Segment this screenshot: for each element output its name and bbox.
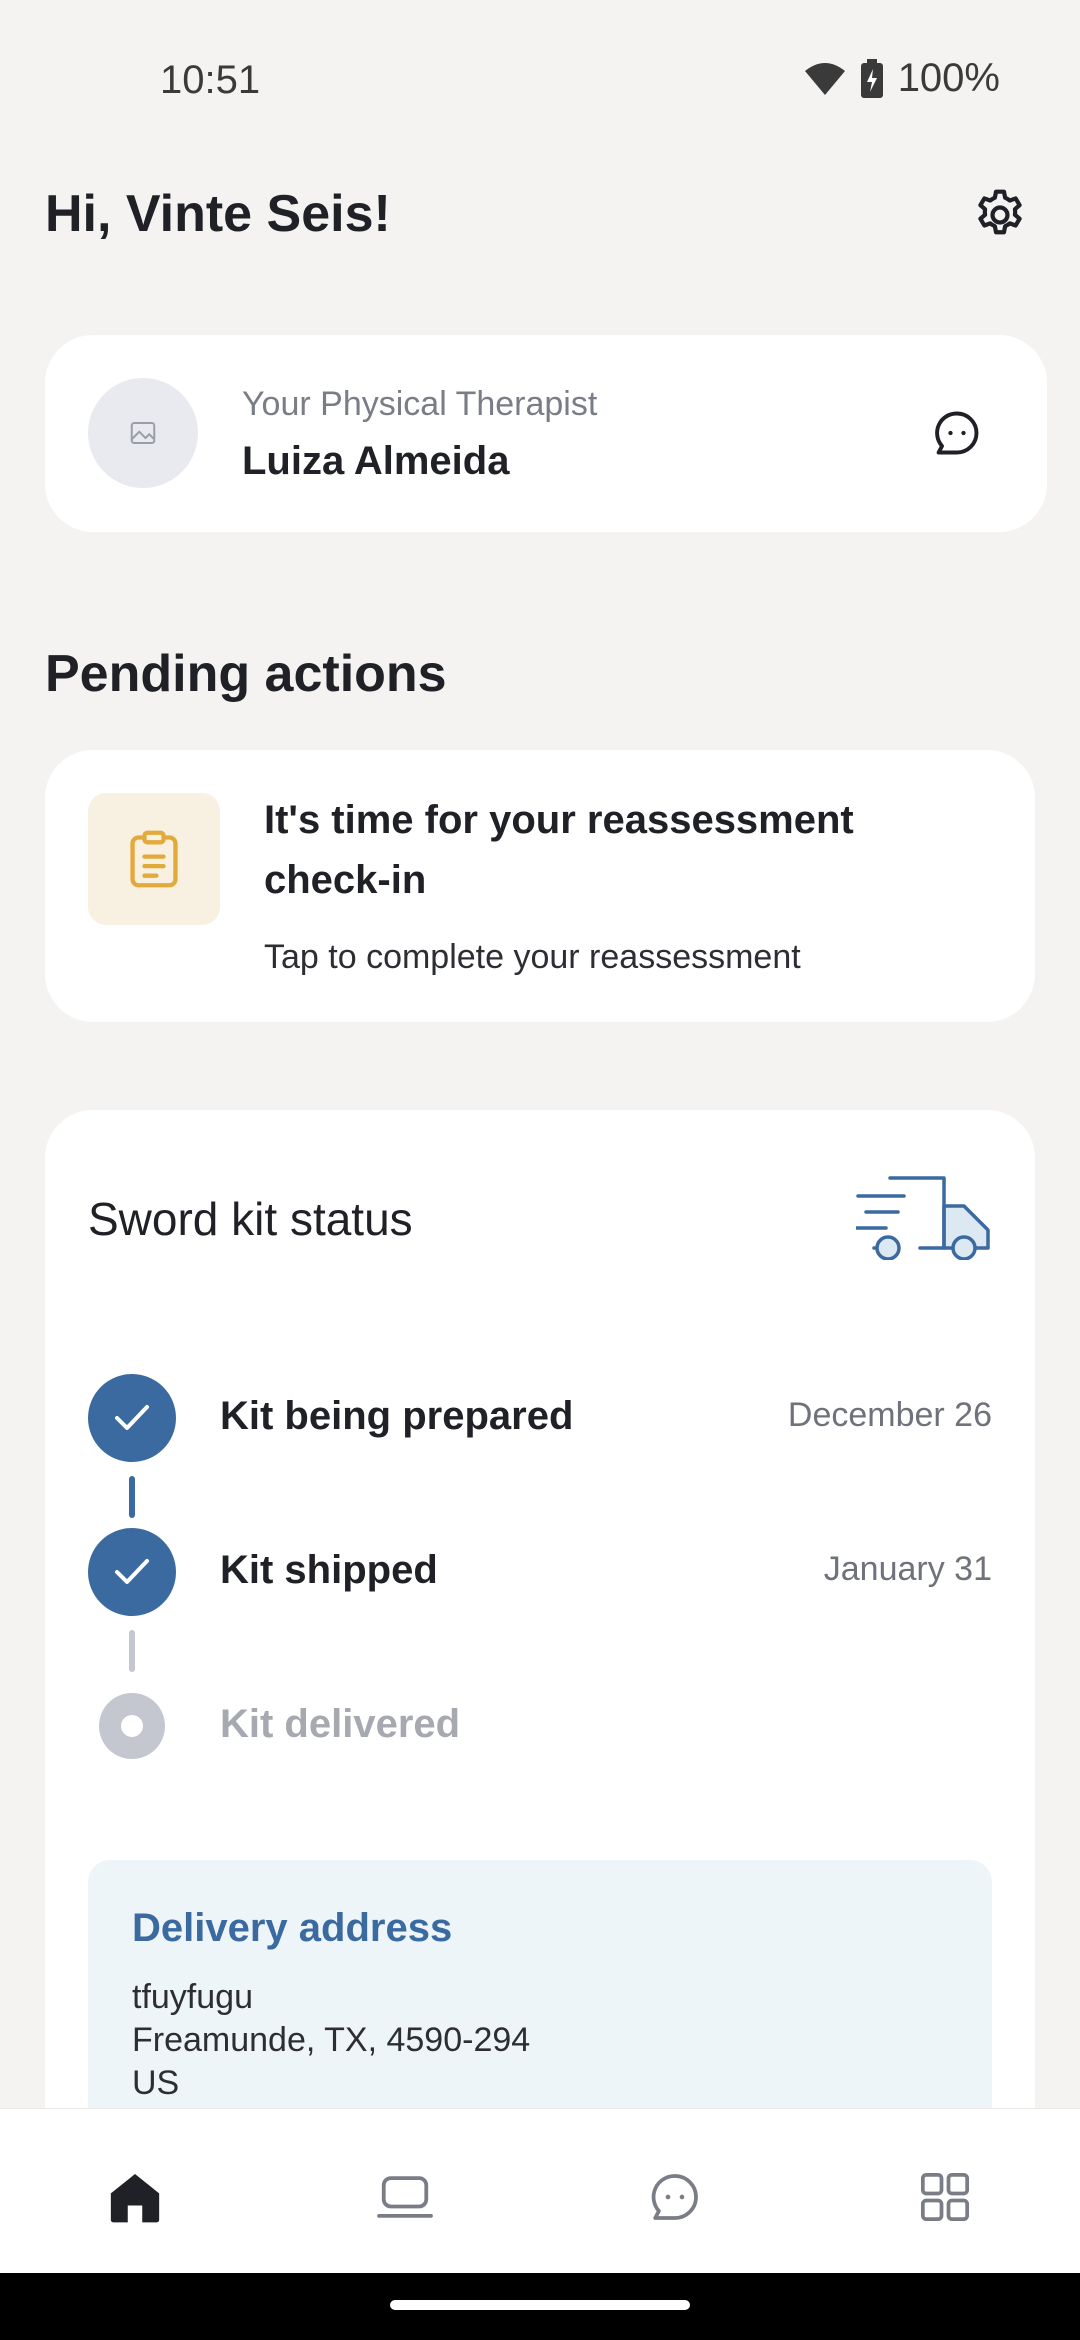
chat-icon: [651, 2174, 698, 2220]
laptop-icon: [377, 2176, 433, 2218]
delivery-truck-icon: [856, 1176, 990, 1260]
action-icon-box: [88, 793, 220, 925]
step-connector-done: [129, 1476, 135, 1518]
step-check-icon: [88, 1528, 176, 1616]
nav-more[interactable]: [905, 2157, 985, 2237]
pending-actions-title: Pending actions: [45, 645, 447, 703]
therapist-role: Your Physical Therapist: [242, 385, 598, 423]
kit-step-delivered: Kit delivered: [88, 1682, 992, 1772]
kit-status-title: Sword kit status: [88, 1193, 413, 1245]
reassessment-card[interactable]: It's time for your reassessment check-in…: [45, 750, 1035, 1022]
address-line: tfuyfugu: [132, 1978, 253, 2016]
step-connector-pending: [129, 1630, 135, 1672]
kit-step-shipped: Kit shipped January 31: [88, 1528, 992, 1618]
kit-step-prepared: Kit being prepared December 26: [88, 1374, 992, 1464]
battery-percent: 100%: [897, 56, 1000, 100]
wifi-icon: [804, 62, 845, 95]
step-date: January 31: [823, 1550, 992, 1588]
step-date: December 26: [787, 1396, 992, 1434]
step-label: Kit shipped: [220, 1548, 438, 1592]
address-line: Freamunde, TX, 4590-294: [132, 2021, 531, 2059]
reassessment-subtitle: Tap to complete your reassessment: [264, 938, 801, 976]
status-icons: 100%: [804, 56, 1000, 101]
gear-icon: [978, 189, 1022, 235]
therapist-card[interactable]: Your Physical Therapist Luiza Almeida: [45, 335, 1047, 532]
status-time: 10:51: [160, 58, 261, 102]
step-label: Kit delivered: [220, 1702, 461, 1746]
home-gesture-handle[interactable]: [390, 2300, 690, 2310]
status-bar: 10:51 100%: [0, 0, 1080, 160]
grid-icon: [920, 2172, 970, 2222]
step-label: Kit being prepared: [220, 1394, 574, 1438]
avatar: [88, 378, 198, 488]
clipboard-icon: [130, 830, 178, 888]
image-placeholder-icon: [130, 422, 156, 444]
chat-therapist-button[interactable]: [927, 403, 987, 463]
greeting-title: Hi, Vinte Seis!: [45, 185, 391, 243]
therapist-name: Luiza Almeida: [242, 439, 510, 483]
step-check-icon: [88, 1374, 176, 1462]
chat-bubble-icon: [935, 411, 979, 455]
nav-sessions[interactable]: [365, 2157, 445, 2237]
nav-home[interactable]: [95, 2157, 175, 2237]
step-pending-icon: [88, 1682, 176, 1770]
nav-chat[interactable]: [635, 2157, 715, 2237]
header: Hi, Vinte Seis!: [45, 180, 1035, 250]
settings-button[interactable]: [965, 180, 1035, 250]
reassessment-title: It's time for your reassessment check-in: [264, 798, 854, 902]
battery-icon: [860, 58, 883, 98]
home-icon: [110, 2174, 160, 2223]
delivery-address-title: Delivery address: [132, 1906, 453, 1950]
address-line: US: [132, 2064, 180, 2102]
bottom-navigation: [0, 2108, 1080, 2273]
